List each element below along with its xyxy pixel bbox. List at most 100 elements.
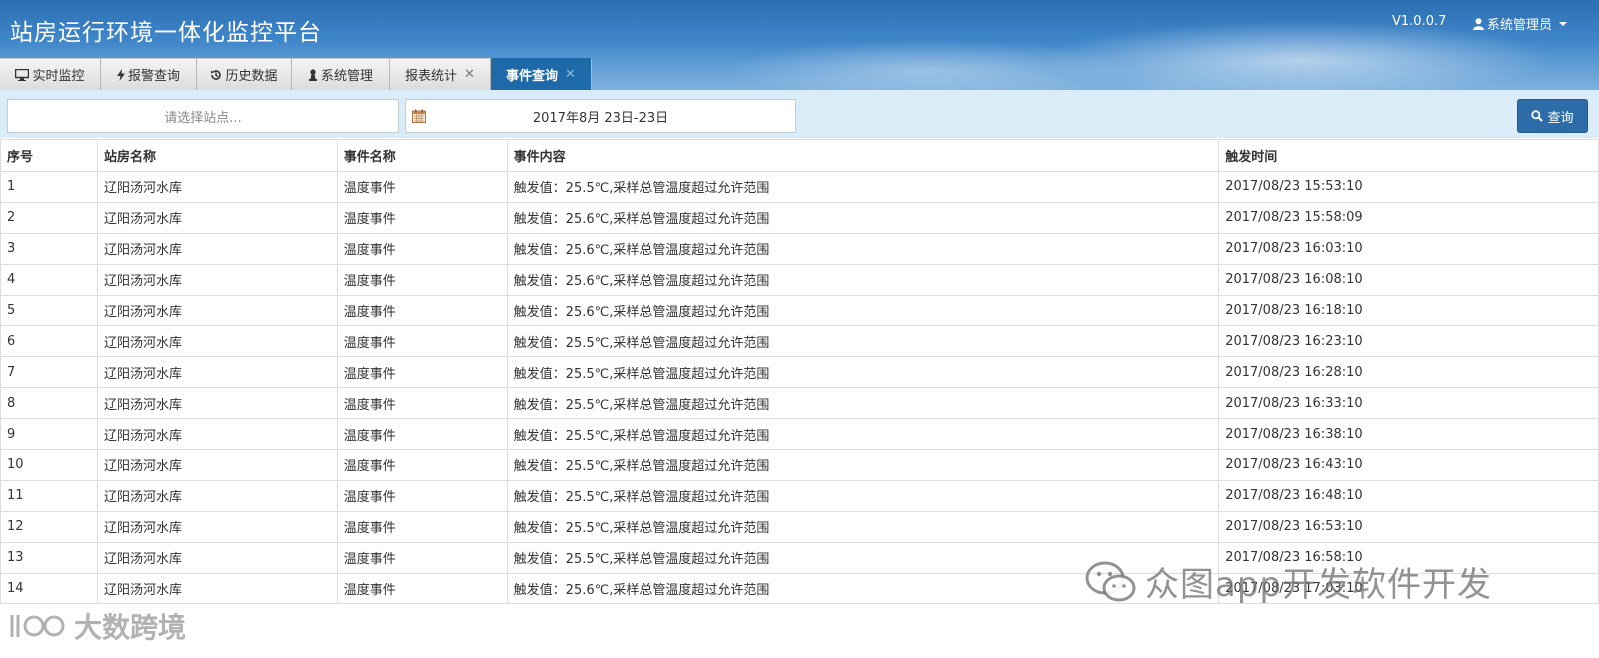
version-label: V1.0.0.7: [1392, 14, 1447, 29]
station-select[interactable]: 请选择站点...: [7, 99, 399, 133]
table-cell: 触发值：25.6℃,采样总管温度超过允许范围: [506, 294, 1220, 327]
tab-alarm-query[interactable]: 报警查询: [101, 58, 197, 90]
table-row[interactable]: 12 辽阳汤河水库 温度事件 触发值：25.5℃,采样总管温度超过允许范围 2017/0…: [0, 510, 1599, 543]
column-header: 事件内容: [506, 139, 1220, 172]
table-cell: 2017/08/23 16:18:10: [1218, 294, 1599, 327]
table-cell: 9: [0, 418, 98, 451]
tab-event-query[interactable]: 事件查询 ✕: [491, 58, 592, 90]
tab-realtime-monitor[interactable]: 实时监控: [0, 58, 101, 90]
table-cell: 8: [0, 387, 98, 420]
table-cell: 2017/08/23 16:53:10: [1218, 510, 1599, 543]
brand-watermark-text: 大数跨境: [74, 611, 187, 644]
table-row[interactable]: 6 辽阳汤河水库 温度事件 触发值：25.5℃,采样总管温度超过允许范围 2017/08…: [0, 325, 1599, 358]
table-cell: 触发值：25.5℃,采样总管温度超过允许范围: [506, 418, 1220, 451]
brand-watermark: 大数跨境: [8, 606, 186, 646]
brand-logo-icon: [10, 615, 65, 637]
table-cell: 2017/08/23 16:28:10: [1218, 356, 1599, 389]
table-row[interactable]: 10 辽阳汤河水库 温度事件 触发值：25.5℃,采样总管温度超过允许范围 2017/0…: [0, 449, 1599, 481]
tab-history-data[interactable]: 历史数据: [197, 58, 292, 90]
table-cell: 2: [0, 201, 98, 234]
app-title: 站房运行环境一体化监控平台: [10, 20, 322, 46]
tab-report-statistics[interactable]: 报表统计 ✕: [390, 58, 491, 90]
table-cell: 4: [0, 263, 98, 296]
close-icon[interactable]: ✕: [565, 67, 576, 82]
table-cell: 2017/08/23 16:33:10: [1218, 387, 1599, 420]
column-header: 事件名称: [336, 139, 508, 172]
table-cell: 触发值：25.6℃,采样总管温度超过允许范围: [506, 201, 1220, 234]
table-cell: 温度事件: [336, 356, 508, 389]
table-cell: 温度事件: [336, 294, 508, 327]
table-row[interactable]: 11 辽阳汤河水库 温度事件 触发值：25.5℃,采样总管温度超过允许范围 2017/0…: [0, 479, 1599, 512]
table-cell: 辽阳汤河水库: [96, 232, 338, 265]
table-cell: 触发值：25.5℃,采样总管温度超过允许范围: [506, 387, 1220, 420]
table-cell: 触发值：25.5℃,采样总管温度超过允许范围: [506, 171, 1220, 203]
table-cell: 温度事件: [336, 171, 508, 203]
date-range-value: 2017年8月 23日-23日: [532, 110, 669, 126]
table-cell: 辽阳汤河水库: [96, 325, 338, 358]
table-cell: 2017/08/23 16:48:10: [1218, 479, 1599, 512]
table-row[interactable]: 2 辽阳汤河水库 温度事件 触发值：25.6℃,采样总管温度超过允许范围 2017/08…: [0, 201, 1599, 234]
table-cell: 2017/08/23 16:38:10: [1218, 418, 1599, 451]
pawn-icon: [308, 68, 317, 81]
table-row[interactable]: 7 辽阳汤河水库 温度事件 触发值：25.5℃,采样总管温度超过允许范围 2017/08…: [0, 356, 1599, 389]
table-cell: 辽阳汤河水库: [96, 201, 338, 234]
table-cell: 触发值：25.6℃,采样总管温度超过允许范围: [506, 263, 1220, 296]
monitor-icon: [15, 68, 30, 81]
query-button-label: 查询: [1547, 110, 1574, 126]
wechat-watermark: 众图app开发软件开发: [1085, 557, 1492, 606]
table-cell: 辽阳汤河水库: [96, 387, 338, 420]
table-cell: 辽阳汤河水库: [96, 541, 338, 574]
table-cell: 1: [0, 171, 98, 203]
column-header: 站房名称: [96, 139, 338, 172]
tab-label: 报表统计: [405, 69, 458, 84]
table-row[interactable]: 1 辽阳汤河水库 温度事件 触发值：25.5℃,采样总管温度超过允许范围 2017/08…: [0, 171, 1599, 203]
table-cell: 温度事件: [336, 572, 508, 605]
table-row[interactable]: 9 辽阳汤河水库 温度事件 触发值：25.5℃,采样总管温度超过允许范围 2017/08…: [0, 418, 1599, 451]
close-icon[interactable]: ✕: [464, 67, 475, 82]
table-cell: 触发值：25.5℃,采样总管温度超过允许范围: [506, 449, 1220, 481]
table-cell: 辽阳汤河水库: [96, 418, 338, 451]
table-cell: 14: [0, 572, 98, 605]
table-cell: 触发值：25.6℃,采样总管温度超过允许范围: [506, 232, 1220, 265]
table-cell: 温度事件: [336, 387, 508, 420]
filter-toolbar: 请选择站点... 2017年8月 23日-23日 查询: [0, 90, 1599, 138]
app-header: 站房运行环境一体化监控平台 V1.0.0.7 系统管理员 实时监控 报警查询 历…: [0, 0, 1599, 90]
tab-label: 报警查询: [127, 69, 180, 84]
table-cell: 温度事件: [336, 479, 508, 512]
table-cell: 13: [0, 541, 98, 574]
table-cell: 温度事件: [336, 510, 508, 543]
table-cell: 温度事件: [336, 541, 508, 574]
table-cell: 2017/08/23 15:53:10: [1218, 171, 1599, 203]
tab-system-management[interactable]: 系统管理: [292, 58, 390, 90]
table-cell: 10: [0, 449, 98, 481]
table-row[interactable]: 3 辽阳汤河水库 温度事件 触发值：25.6℃,采样总管温度超过允许范围 2017/08…: [0, 232, 1599, 265]
table-cell: 辽阳汤河水库: [96, 479, 338, 512]
table-cell: 辽阳汤河水库: [96, 263, 338, 296]
table-cell: 触发值：25.5℃,采样总管温度超过允许范围: [506, 325, 1220, 358]
chevron-down-icon: [1559, 21, 1568, 26]
table-cell: 5: [0, 294, 98, 327]
tab-label: 实时监控: [32, 69, 85, 84]
table-cell: 6: [0, 325, 98, 358]
station-placeholder: 请选择站点...: [164, 110, 242, 126]
table-cell: 温度事件: [336, 232, 508, 265]
query-button[interactable]: 查询: [1517, 99, 1588, 133]
tab-label: 历史数据: [225, 69, 278, 84]
table-row[interactable]: 5 辽阳汤河水库 温度事件 触发值：25.6℃,采样总管温度超过允许范围 2017/08…: [0, 294, 1599, 327]
table-cell: 温度事件: [336, 263, 508, 296]
user-name: 系统管理员: [1487, 18, 1553, 33]
column-header: 触发时间: [1218, 139, 1599, 172]
calendar-icon: [412, 109, 426, 123]
table-cell: 辽阳汤河水库: [96, 572, 338, 605]
column-header: 序号: [0, 139, 98, 172]
table-cell: 温度事件: [336, 325, 508, 358]
table-cell: 辽阳汤河水库: [96, 449, 338, 481]
search-icon: [1531, 110, 1544, 122]
table-body: 1 辽阳汤河水库 温度事件 触发值：25.5℃,采样总管温度超过允许范围 2017/08…: [0, 171, 1599, 605]
table-row[interactable]: 8 辽阳汤河水库 温度事件 触发值：25.5℃,采样总管温度超过允许范围 2017/08…: [0, 387, 1599, 420]
table-cell: 触发值：25.5℃,采样总管温度超过允许范围: [506, 356, 1220, 389]
user-menu[interactable]: 系统管理员: [1473, 14, 1568, 33]
table-row[interactable]: 4 辽阳汤河水库 温度事件 触发值：25.6℃,采样总管温度超过允许范围 2017/08…: [0, 263, 1599, 296]
date-range-field[interactable]: 2017年8月 23日-23日: [405, 99, 796, 133]
table-cell: 12: [0, 510, 98, 543]
